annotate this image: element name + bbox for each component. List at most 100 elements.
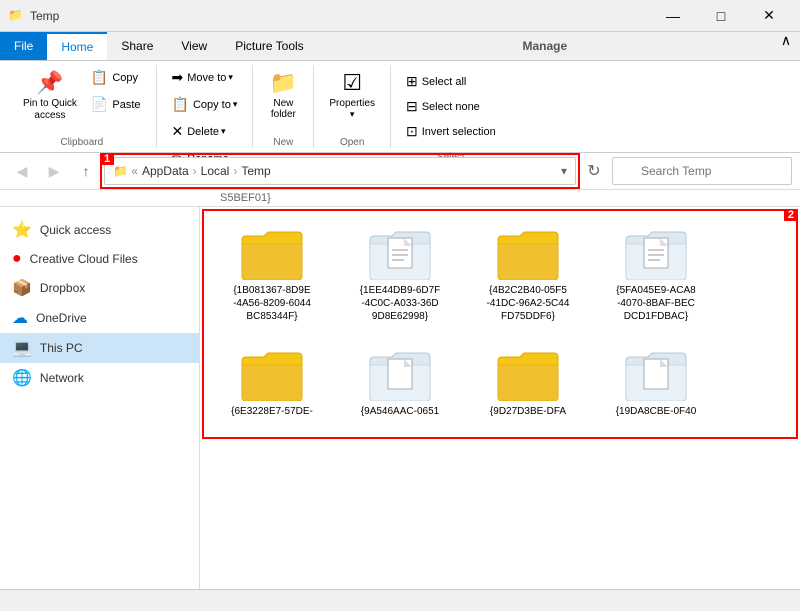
network-label: Network: [40, 371, 84, 385]
creative-cloud-label: Creative Cloud Files: [30, 252, 138, 266]
folder-item-8[interactable]: {19DA8CBE-0F40: [596, 340, 716, 427]
dropbox-label: Dropbox: [40, 281, 85, 295]
select-none-button[interactable]: ⊟ Select none: [399, 94, 503, 119]
sidebar-item-network[interactable]: 🌐 Network: [0, 363, 199, 393]
ribbon-group-select: ⊞ Select all ⊟ Select none ⊡ Invert sele…: [391, 65, 511, 148]
close-button[interactable]: ✕: [746, 0, 792, 32]
pin-quick-access-button[interactable]: 📌 Pin to Quickaccess: [16, 65, 84, 127]
dropbox-icon: 📦: [12, 278, 32, 298]
invert-label: Invert selection: [422, 126, 496, 138]
annotation-2-label: 2: [784, 209, 798, 221]
back-button[interactable]: ◀: [8, 157, 36, 185]
copy-button[interactable]: 📋 Copy: [84, 65, 148, 90]
move-dropdown-icon: ▾: [228, 72, 233, 83]
network-icon: 🌐: [12, 368, 32, 388]
maximize-button[interactable]: □: [698, 0, 744, 32]
move-icon: ➡: [172, 69, 184, 86]
folder-item-7[interactable]: {9D27D3BE-DFA: [468, 340, 588, 427]
copy-to-button[interactable]: 📋 Copy to ▾: [165, 92, 245, 117]
new-folder-label: Newfolder: [271, 98, 296, 120]
onedrive-label: OneDrive: [36, 311, 87, 325]
sidebar-item-quick-access[interactable]: ⭐ Quick access: [0, 215, 199, 245]
address-input[interactable]: 📁 « AppData › Local › Temp ▾: [104, 157, 576, 185]
paste-icon: 📄: [91, 96, 108, 113]
delete-dropdown-icon: ▾: [221, 126, 226, 137]
sidebar-item-onedrive[interactable]: ☁ OneDrive: [0, 303, 199, 333]
up-button[interactable]: ↑: [72, 157, 100, 185]
tab-home[interactable]: Home: [47, 32, 107, 60]
minimize-button[interactable]: —: [650, 0, 696, 32]
delete-icon: ✕: [172, 123, 184, 140]
clipboard-label: Clipboard: [60, 133, 103, 148]
address-bar: ◀ ▶ ↑ 1 📁 « AppData › Local › Temp ▾ ↻ 🔍: [0, 153, 800, 190]
ribbon-collapse-button[interactable]: ∧: [772, 32, 800, 49]
sep2: ›: [233, 164, 237, 178]
folder-name-7: {9D27D3BE-DFA: [490, 405, 566, 418]
tab-share[interactable]: Share: [107, 32, 167, 60]
organize-buttons: ➡ Move to ▾ 📋 Copy to ▾ ✕ Delete ▾ ✏ Ren…: [165, 65, 245, 171]
address-prefix: 📁 «: [113, 164, 138, 178]
breadcrumb-appdata[interactable]: AppData: [142, 164, 189, 178]
title-bar-title: Temp: [30, 9, 650, 23]
tab-picture-tools[interactable]: Picture Tools: [221, 32, 317, 60]
move-to-button[interactable]: ➡ Move to ▾: [165, 65, 240, 90]
search-input[interactable]: [612, 157, 792, 185]
recent-path: S5BEF01}: [220, 192, 271, 204]
folder-item-5[interactable]: {6E3228E7-57DE-: [212, 340, 332, 427]
address-box-wrapper: 1 📁 « AppData › Local › Temp ▾: [104, 157, 576, 185]
select-all-button[interactable]: ⊞ Select all: [399, 69, 503, 94]
folder-item-1[interactable]: {1B081367-8D9E-4A56-8209-6044BC85344F}: [212, 219, 332, 332]
invert-icon: ⊡: [406, 123, 418, 140]
paste-button[interactable]: 📄 Paste: [84, 92, 148, 117]
new-folder-button[interactable]: 📁 Newfolder: [261, 65, 305, 133]
folder-name-4: {5FA045E9-ACA8-4070-8BAF-BECDCD1FDBAC}: [616, 284, 696, 323]
search-wrapper: 🔍: [612, 157, 792, 185]
sidebar-item-this-pc[interactable]: 💻 This PC: [0, 333, 199, 363]
folder-item-4[interactable]: {5FA045E9-ACA8-4070-8BAF-BECDCD1FDBAC}: [596, 219, 716, 332]
folder-name-2: {1EE44DB9-6D7F-4C0C-A033-36D9D8E62998}: [360, 284, 441, 323]
folder-item-2[interactable]: {1EE44DB9-6D7F-4C0C-A033-36D9D8E62998}: [340, 219, 460, 332]
copy-icon: 📋: [91, 69, 108, 86]
ribbon-group-new: 📁 Newfolder New: [253, 65, 314, 148]
forward-button[interactable]: ▶: [40, 157, 68, 185]
breadcrumb-temp[interactable]: Temp: [241, 164, 270, 178]
new-folder-icon: 📁: [270, 70, 297, 96]
folder-icon-2: [368, 228, 432, 280]
folder-item-3[interactable]: {4B2C2B40-05F5-41DC-96A2-5C44FD75DDF6}: [468, 219, 588, 332]
main-layout: ⭐ Quick access ● Creative Cloud Files 📦 …: [0, 207, 800, 589]
ribbon-group-organize: ➡ Move to ▾ 📋 Copy to ▾ ✕ Delete ▾ ✏ Ren…: [157, 65, 254, 148]
sidebar: ⭐ Quick access ● Creative Cloud Files 📦 …: [0, 207, 200, 589]
title-bar-icon: 📁: [8, 8, 24, 24]
tab-file[interactable]: File: [0, 32, 47, 60]
folder-name-1: {1B081367-8D9E-4A56-8209-6044BC85344F}: [233, 284, 311, 323]
onedrive-icon: ☁: [12, 308, 28, 328]
sidebar-item-creative-cloud[interactable]: ● Creative Cloud Files: [0, 245, 199, 273]
refresh-button[interactable]: ↻: [580, 157, 608, 185]
recent-bar: S5BEF01}: [0, 190, 800, 207]
folder-name-3: {4B2C2B40-05F5-41DC-96A2-5C44FD75DDF6}: [487, 284, 570, 323]
folder-icon-4: [624, 228, 688, 280]
move-to-label: Move to: [187, 72, 226, 84]
properties-icon: ☑: [342, 70, 362, 96]
folder-name-8: {19DA8CBE-0F40: [616, 405, 697, 418]
sidebar-item-dropbox[interactable]: 📦 Dropbox: [0, 273, 199, 303]
address-dropdown-icon[interactable]: ▾: [561, 164, 567, 178]
paste-label: Paste: [112, 99, 140, 111]
clipboard-buttons: 📌 Pin to Quickaccess 📋 Copy 📄 Paste: [16, 65, 148, 133]
title-bar-controls: — □ ✕: [650, 0, 792, 32]
pin-label: Pin to Quickaccess: [23, 98, 77, 122]
properties-button[interactable]: ☑ Properties ▾: [322, 65, 382, 133]
delete-label: Delete: [187, 126, 219, 138]
folder-name-5: {6E3228E7-57DE-: [231, 405, 313, 418]
copy-to-label: Copy to: [193, 99, 231, 111]
creative-cloud-icon: ●: [12, 250, 22, 268]
folder-item-6[interactable]: {9A546AAC-0651: [340, 340, 460, 427]
new-label: New: [273, 133, 293, 148]
pin-icon: 📌: [36, 70, 63, 96]
tab-view[interactable]: View: [167, 32, 221, 60]
copy-to-icon: 📋: [172, 96, 189, 113]
ribbon-group-clipboard: 📌 Pin to Quickaccess 📋 Copy 📄 Paste Clip…: [8, 65, 157, 148]
invert-selection-button[interactable]: ⊡ Invert selection: [399, 119, 503, 144]
delete-button[interactable]: ✕ Delete ▾: [165, 119, 233, 144]
breadcrumb-local[interactable]: Local: [201, 164, 230, 178]
